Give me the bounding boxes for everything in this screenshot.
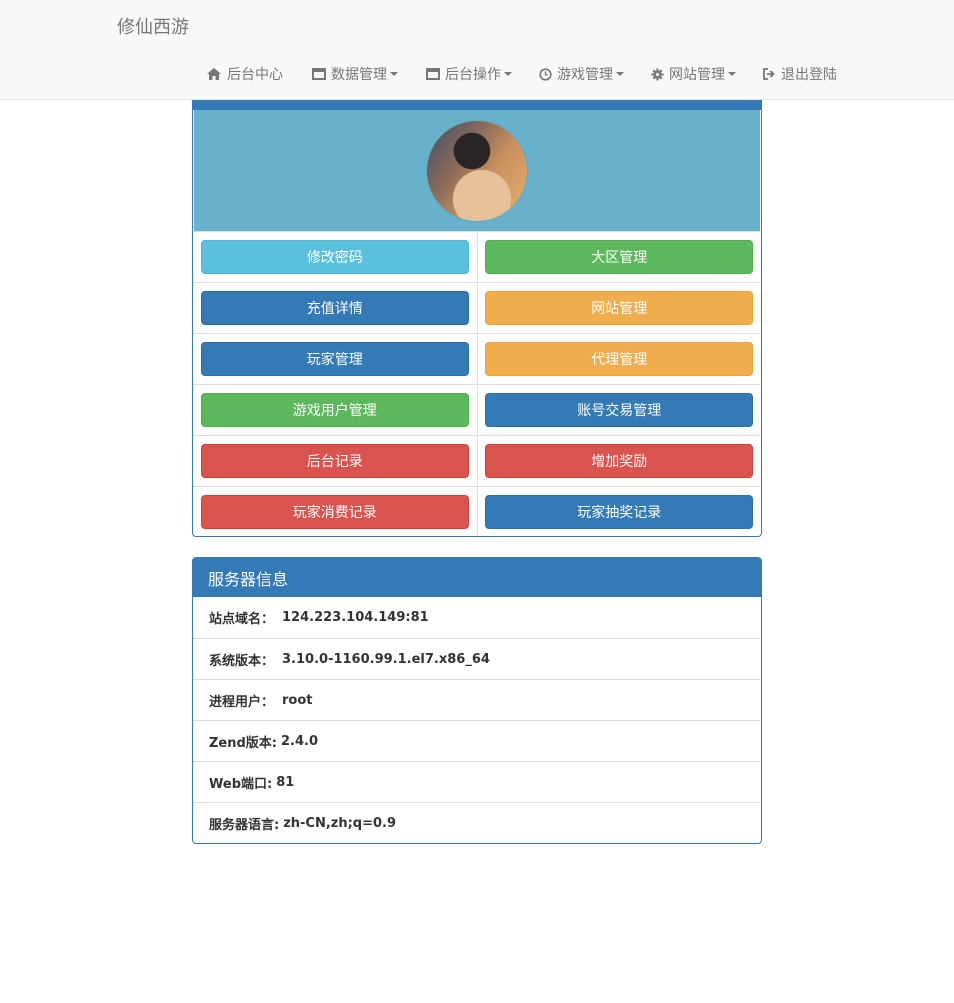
player-lottery-log-button[interactable]: 玩家抽奖记录 [485,495,754,529]
nav-item-site-management[interactable]: 网站管理 [651,64,736,84]
info-value: root [282,692,313,708]
nav-label: 后台中心 [227,67,283,83]
caret-down-icon [390,72,398,76]
button-row: 充值详情 网站管理 [193,282,761,333]
list-item: 进程用户： root [193,679,761,720]
avatar [427,120,527,221]
nav-label: 数据管理 [331,67,387,83]
caret-down-icon [504,72,512,76]
gear-icon [651,68,664,80]
clock-icon [539,67,552,81]
recharge-details-button[interactable]: 充值详情 [200,291,469,325]
nav-label: 网站管理 [669,67,725,83]
server-info-list: 站点域名： 124.223.104.149:81 系统版本： 3.10.0-1160… [193,597,761,843]
caret-down-icon [616,72,624,76]
nav-item-data-management[interactable]: 数据管理 [312,64,398,84]
button-row: 后台记录 增加奖励 [193,435,761,486]
info-value: 124.223.104.149:81 [282,610,429,625]
list-item: Zend版本: 2.4.0 [193,720,761,761]
button-row: 修改密码 大区管理 [193,231,761,282]
info-value: 81 [276,774,295,790]
list-item: 站点域名： 124.223.104.149:81 [193,597,761,638]
nav-item-backend-ops[interactable]: 后台操作 [426,64,512,84]
nav-label: 后台操作 [445,67,501,83]
add-reward-button[interactable]: 增加奖励 [485,444,754,478]
button-row: 玩家管理 代理管理 [193,333,761,384]
panel-top-bar [193,100,761,110]
info-value: 3.10.0-1160.99.1.el7.x86_64 [282,651,490,667]
backend-log-button[interactable]: 后台记录 [200,444,469,478]
list-item: 系统版本： 3.10.0-1160.99.1.el7.x86_64 [193,638,761,679]
list-item: Web端口: 81 [193,761,761,802]
server-info-title: 服务器信息 [193,558,761,597]
nav-item-logout[interactable]: 退出登陆 [763,64,837,84]
list-item: 服务器语言: zh-CN,zh;q=0.9 [193,802,761,843]
admin-panel: 修改密码 大区管理 充值详情 网站管理 玩家管理 代理管理 游戏用户管理 账号交… [192,100,762,537]
button-row: 玩家消费记录 玩家抽奖记录 [193,486,761,536]
server-info-panel: 服务器信息 站点域名： 124.223.104.149:81 系统版本： 3.10.… [192,557,762,844]
info-value: 2.4.0 [281,733,319,749]
info-label: 站点域名： [209,612,275,627]
info-label: 服务器语言: [209,817,280,833]
zone-management-button[interactable]: 大区管理 [485,240,754,274]
home-icon [207,68,221,80]
nav-label: 游戏管理 [557,67,613,83]
button-row: 游戏用户管理 账号交易管理 [193,384,761,435]
brand-title[interactable]: 修仙西游 [117,13,189,39]
logout-icon [763,68,775,80]
player-management-button[interactable]: 玩家管理 [200,342,469,376]
window-icon [312,68,326,80]
info-label: 系统版本： [209,653,275,669]
info-label: Web端口: [209,776,273,792]
info-label: Zend版本: [209,735,278,751]
action-button-grid: 修改密码 大区管理 充值详情 网站管理 玩家管理 代理管理 游戏用户管理 账号交… [193,231,761,536]
account-trade-management-button[interactable]: 账号交易管理 [485,393,754,427]
top-navbar: 修仙西游 后台中心 数据管理 后台操作 游戏管理 网站管理 退出登陆 [0,0,954,100]
site-management-button[interactable]: 网站管理 [485,291,754,325]
info-label: 进程用户： [209,694,275,710]
info-value: zh-CN,zh;q=0.9 [283,815,397,831]
caret-down-icon [728,72,736,76]
nav-item-dashboard[interactable]: 后台中心 [206,64,283,84]
nav-item-game-management[interactable]: 游戏管理 [539,64,624,84]
agent-management-button[interactable]: 代理管理 [485,342,754,376]
game-user-management-button[interactable]: 游戏用户管理 [200,393,469,427]
window-icon [426,68,440,80]
change-password-button[interactable]: 修改密码 [200,240,469,274]
avatar-area [194,110,760,231]
player-spending-log-button[interactable]: 玩家消费记录 [200,495,469,529]
nav-label: 退出登陆 [781,67,837,83]
